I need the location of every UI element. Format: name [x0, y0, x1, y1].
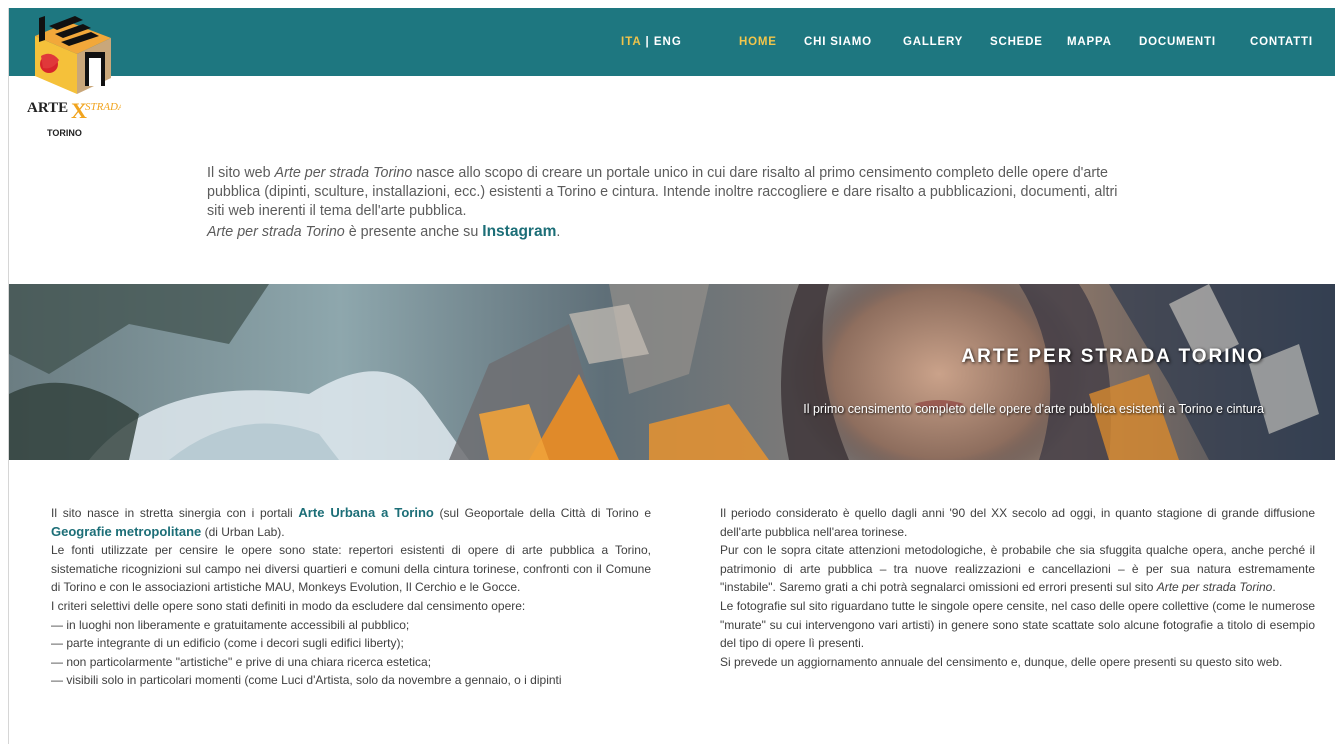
nav-chi-siamo[interactable]: CHI SIAMO	[804, 36, 872, 48]
intro-paragraph-1: Il sito web Arte per strada Torino nasce…	[207, 165, 1118, 220]
nav-mappa[interactable]: MAPPA	[1067, 36, 1112, 48]
left-paragraph-1: Il sito nasce in stretta sinergia con i …	[51, 505, 651, 539]
banner-subtitle: Il primo censimento completo delle opere…	[803, 402, 1264, 416]
left-paragraph-2: Le fonti utilizzate per censire le opere…	[51, 543, 651, 595]
intro-paragraph-2: Arte per strada Torino è presente anche …	[207, 222, 561, 240]
geografie-metropolitane-link[interactable]: Geografie metropolitane	[51, 524, 201, 539]
criteria-item: — visibili solo in particolari momenti (…	[51, 673, 562, 688]
nav-schede[interactable]: SCHEDE	[990, 36, 1043, 48]
lang-separator: |	[641, 36, 654, 48]
hero-banner: ARTE PER STRADA TORINO Il primo censimen…	[9, 284, 1335, 460]
logo-text-torino: TORINO	[47, 128, 82, 138]
arte-urbana-torino-link[interactable]: Arte Urbana a Torino	[298, 505, 433, 520]
right-paragraph-3: Le fotografie sul sito riguardano tutte …	[720, 598, 1315, 651]
page: ITA | ENG HOME CHI SIAMO GALLERY SCHEDE …	[8, 8, 1335, 744]
criteria-item: — non particolarmente "artistiche" e pri…	[51, 654, 432, 669]
site-logo[interactable]: ARTE X STRADA TORINO	[25, 14, 121, 150]
nav-gallery[interactable]: GALLERY	[903, 36, 963, 48]
intro-site-name-2: Arte per strada Torino	[207, 223, 345, 240]
site-header: ITA | ENG HOME CHI SIAMO GALLERY SCHEDE …	[9, 8, 1335, 76]
logo-text-strada: STRADA	[85, 101, 121, 113]
right-paragraph-2: Pur con le sopra citate attenzioni metod…	[720, 543, 1315, 595]
right-paragraph-1: Il periodo considerato è quello dagli an…	[720, 506, 1315, 539]
lang-ita-link[interactable]: ITA	[621, 36, 641, 48]
criteria-item: — parte integrante di un edificio (come …	[51, 636, 404, 651]
language-switcher: ITA | ENG	[621, 36, 682, 48]
site-name-italic: Arte per strada Torino	[1156, 580, 1273, 595]
nav-contatti[interactable]: CONTATTI	[1250, 36, 1313, 48]
hero-mural-image	[9, 284, 1335, 460]
logo-text-arte: ARTE	[27, 100, 68, 116]
lang-eng-link[interactable]: ENG	[654, 36, 682, 48]
nav-home[interactable]: HOME	[739, 36, 777, 48]
left-paragraph-3: I criteri selettivi delle opere sono sta…	[51, 598, 526, 613]
criteria-item: — in luoghi non liberamente e gratuitame…	[51, 617, 410, 632]
banner-title: ARTE PER STRADA TORINO	[961, 346, 1264, 367]
instagram-link[interactable]: Instagram	[482, 223, 556, 240]
left-column-text: Il sito nasce in stretta sinergia con i …	[51, 504, 651, 690]
intro-text: Il sito web Arte per strada Torino nasce…	[207, 164, 1127, 242]
right-column-text: Il periodo considerato è quello dagli an…	[720, 504, 1315, 671]
nav-documenti[interactable]: DOCUMENTI	[1139, 36, 1216, 48]
right-paragraph-4: Si prevede un aggiornamento annuale del …	[720, 654, 1283, 669]
intro-site-name: Arte per strada Torino	[274, 165, 413, 181]
